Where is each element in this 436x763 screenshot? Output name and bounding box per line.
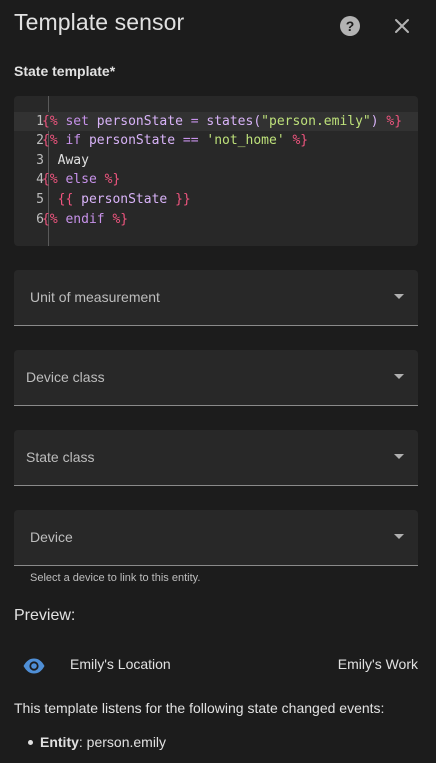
code-token: personState (73, 191, 176, 207)
line-number: 5 (36, 191, 44, 207)
preview-entity-state: Emily's Work (337, 656, 418, 672)
code-token: %} (386, 113, 403, 129)
line-number: 4 (36, 172, 44, 188)
device-select[interactable]: Device (14, 510, 418, 566)
preview-entity-name: Emily's Location (70, 656, 171, 672)
eye-icon (22, 654, 46, 678)
code-token: %} (112, 211, 129, 227)
bullet-icon (28, 740, 33, 745)
svg-text:?: ? (346, 18, 355, 34)
template-sensor-dialog: Template sensor ? State template* 1 {% se… (0, 0, 436, 763)
device-helper-text: Select a device to link to this entity. (30, 572, 201, 584)
close-icon[interactable] (390, 14, 414, 38)
line-number: 2 (36, 133, 44, 149)
chevron-down-icon (394, 534, 404, 539)
code-line[interactable]: 3 Away (14, 151, 418, 171)
state-class-label: State class (26, 449, 95, 465)
listen-entity-value: : person.emily (78, 734, 167, 750)
code-text: Away (42, 151, 89, 171)
code-token: ) (370, 113, 387, 129)
dialog-title: Template sensor (14, 9, 185, 35)
code-token: personState (88, 133, 176, 149)
code-token: = (182, 113, 207, 129)
listen-entity-key: Entity (40, 734, 79, 750)
device-class-select[interactable]: Device class (14, 350, 418, 406)
state-template-label: State template* (14, 63, 116, 79)
code-text: {% set personState = states("person.emil… (42, 112, 402, 132)
line-number: 6 (36, 211, 44, 227)
line-number: 1 (36, 113, 44, 129)
code-token: {% (42, 113, 58, 129)
code-token: {% (42, 133, 58, 149)
unit-of-measurement-select[interactable]: Unit of measurement (14, 270, 418, 326)
code-text: {{ personState }} (42, 190, 191, 210)
code-token: set (57, 113, 97, 129)
code-token: == (175, 133, 207, 149)
code-token: endif (57, 211, 113, 227)
code-token: else (57, 172, 105, 188)
listen-entity-item: Entity: person.emily (28, 734, 167, 750)
code-token: if (57, 133, 89, 149)
code-token: states( (206, 113, 262, 129)
code-token: {% (42, 172, 58, 188)
line-number: 3 (36, 152, 44, 168)
code-token: }} (175, 191, 191, 207)
device-class-label: Device class (26, 369, 105, 385)
code-token: "person.emily" (261, 113, 371, 129)
code-token: {{ (42, 191, 74, 207)
unit-of-measurement-label: Unit of measurement (30, 289, 160, 305)
chevron-down-icon (394, 454, 404, 459)
code-token: %} (292, 133, 309, 149)
code-text: {% endif %} (42, 210, 128, 230)
code-line[interactable]: 5 {{ personState }} (14, 190, 418, 210)
chevron-down-icon (394, 374, 404, 379)
code-token: %} (104, 172, 121, 188)
code-token: Away (42, 152, 89, 168)
code-line[interactable]: 2 {% if personState == 'not_home' %} (14, 131, 418, 151)
state-class-select[interactable]: State class (14, 430, 418, 486)
code-token: personState (96, 113, 183, 129)
code-token: 'not_home' (206, 133, 285, 149)
listens-description: This template listens for the following … (14, 700, 385, 716)
code-text: {% else %} (42, 170, 120, 190)
code-line[interactable]: 6 {% endif %} (14, 210, 418, 230)
code-line[interactable]: 1 {% set personState = states("person.emi… (14, 111, 418, 132)
preview-heading: Preview: (14, 607, 76, 624)
code-text: {% if personState == 'not_home' %} (42, 131, 308, 151)
help-circle-icon[interactable]: ? (338, 14, 362, 38)
code-line[interactable]: 4 {% else %} (14, 170, 418, 190)
device-label: Device (30, 529, 73, 545)
chevron-down-icon (394, 294, 404, 299)
state-template-editor[interactable]: 1 {% set personState = states("person.emi… (14, 96, 418, 246)
code-token: {% (42, 211, 58, 227)
